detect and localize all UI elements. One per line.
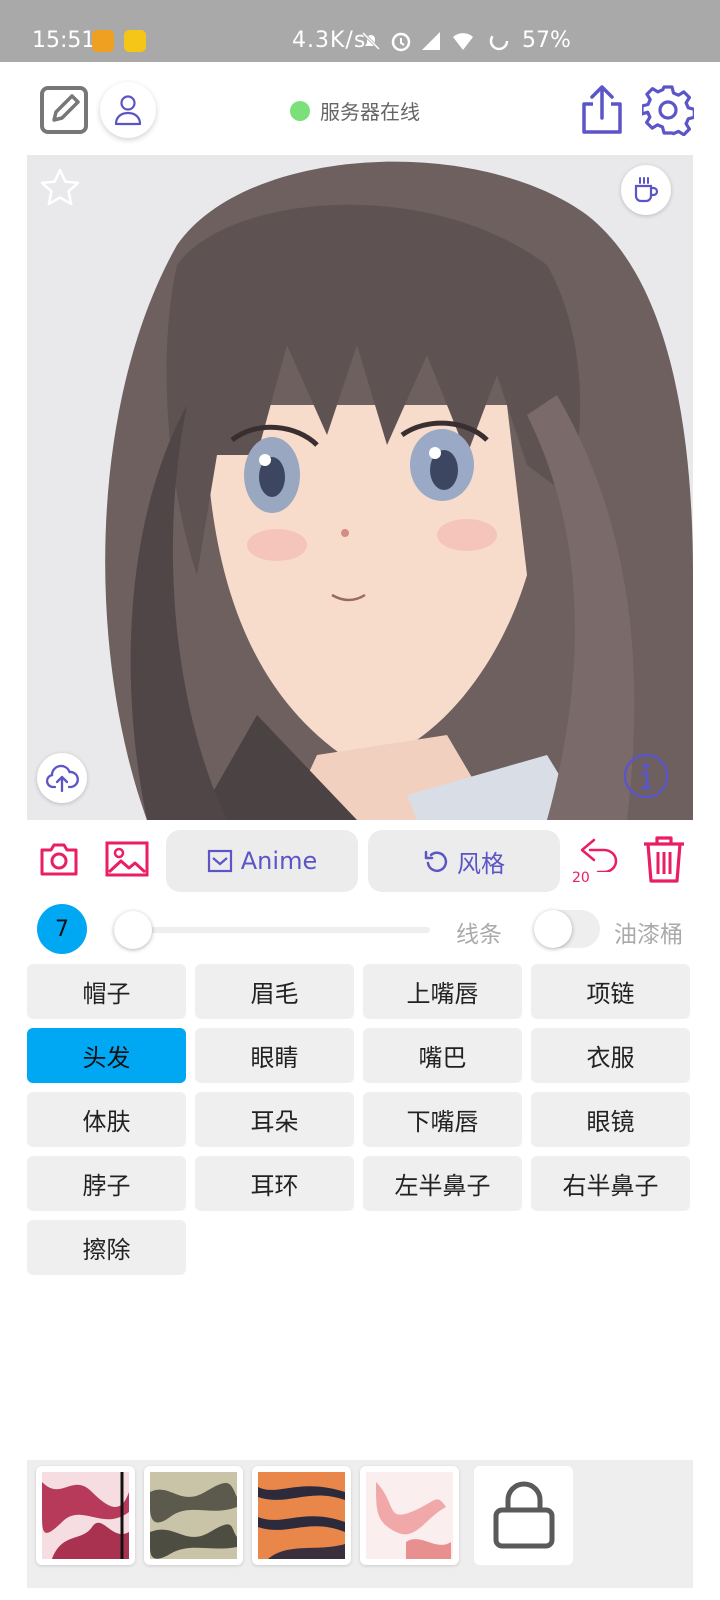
part-button[interactable]: 体肤 — [27, 1092, 186, 1147]
info-button[interactable] — [621, 751, 671, 801]
server-status-label: 服务器在线 — [320, 100, 420, 124]
part-button[interactable]: 项链 — [531, 964, 690, 1019]
part-button[interactable]: 耳朵 — [195, 1092, 354, 1147]
brush-row: 7 线条 油漆桶 — [0, 902, 720, 958]
share-button[interactable] — [574, 82, 630, 138]
texture-camo-image — [150, 1472, 237, 1559]
store-button[interactable] — [474, 1466, 573, 1565]
part-button[interactable]: 上嘴唇 — [363, 964, 522, 1019]
coffee-cup-icon — [634, 177, 659, 203]
texture-pink-image — [42, 1472, 129, 1559]
paint-bucket-toggle[interactable] — [534, 910, 600, 948]
status-time: 15:51 — [32, 28, 96, 53]
part-button[interactable]: 嘴巴 — [363, 1028, 522, 1083]
camera-icon — [40, 843, 78, 876]
server-status: 服务器在线 — [290, 96, 420, 125]
favorite-button[interactable] — [37, 165, 83, 211]
upload-button[interactable] — [37, 753, 87, 803]
line-label: 线条 — [456, 922, 502, 948]
cloud-upload-icon — [45, 764, 79, 793]
texture-swatch[interactable] — [252, 1466, 351, 1565]
weibo-app-icon — [92, 30, 114, 52]
part-button[interactable]: 下嘴唇 — [363, 1092, 522, 1147]
signal-icon — [422, 32, 440, 50]
texture-tiger-image — [258, 1472, 345, 1559]
toggle-knob — [534, 910, 572, 948]
part-button[interactable]: 耳环 — [195, 1156, 354, 1211]
trash-icon — [644, 836, 684, 883]
undo-count: 20 — [572, 870, 590, 886]
mute-bell-icon — [361, 31, 381, 51]
shopping-bag-icon — [493, 1481, 554, 1548]
part-button[interactable]: 脖子 — [27, 1156, 186, 1211]
brush-size-badge: 7 — [37, 904, 87, 954]
brush-size-slider[interactable] — [116, 927, 430, 933]
anime-portrait-image — [27, 155, 693, 820]
part-button[interactable]: 眼睛 — [195, 1028, 354, 1083]
anime-button[interactable]: Anime — [166, 830, 358, 892]
style-button[interactable]: 风格 — [368, 830, 560, 892]
settings-button[interactable] — [640, 82, 696, 138]
texture-swatch[interactable] — [36, 1466, 135, 1565]
share-icon — [582, 85, 622, 134]
battery-ring-icon — [489, 31, 509, 51]
user-button[interactable] — [100, 82, 156, 138]
part-button[interactable]: 衣服 — [531, 1028, 690, 1083]
part-button[interactable]: 左半鼻子 — [363, 1156, 522, 1211]
drawing-canvas[interactable] — [27, 155, 693, 820]
gallery-button[interactable] — [104, 836, 150, 882]
status-bar: 15:51 4.3K/s 57% — [0, 0, 720, 62]
info-icon — [623, 753, 669, 799]
edit-square-icon — [40, 86, 88, 134]
delete-button[interactable] — [640, 832, 688, 886]
battery-level: 57% — [522, 28, 571, 53]
camera-button[interactable] — [36, 836, 82, 882]
undo-icon — [580, 838, 618, 872]
meituan-app-icon — [124, 30, 146, 52]
network-speed: 4.3K/s — [292, 28, 367, 53]
top-toolbar: 服务器在线 — [0, 62, 720, 154]
status-dot — [290, 100, 310, 121]
user-icon — [114, 95, 142, 126]
part-selector-grid: 帽子 眉毛 上嘴唇 项链头发 眼睛 嘴巴 衣服体肤 耳朵 下嘴唇 眼镜脖子 耳环 左半鼻子 右半鼻子擦除 — [27, 964, 693, 1275]
mail-icon — [207, 849, 232, 873]
anime-label: Anime — [240, 847, 318, 875]
texture-swatch[interactable] — [144, 1466, 243, 1565]
wifi-icon — [453, 33, 473, 50]
edit-button[interactable] — [36, 82, 92, 138]
rotate-icon — [424, 850, 448, 872]
style-label: 风格 — [457, 849, 505, 878]
part-button[interactable]: 擦除 — [27, 1220, 186, 1275]
paint-bucket-label: 油漆桶 — [614, 922, 683, 948]
coffee-button[interactable] — [621, 165, 671, 215]
texture-swatch[interactable] — [360, 1466, 459, 1565]
slider-thumb[interactable] — [114, 911, 152, 949]
part-button[interactable]: 眼镜 — [531, 1092, 690, 1147]
part-button[interactable]: 右半鼻子 — [531, 1156, 690, 1211]
part-button[interactable]: 帽子 — [27, 964, 186, 1019]
action-row: Anime 风格 20 — [0, 828, 720, 894]
part-button[interactable]: 眉毛 — [195, 964, 354, 1019]
alarm-icon — [391, 32, 411, 52]
star-icon — [40, 168, 80, 206]
undo-button[interactable]: 20 — [572, 832, 622, 886]
image-icon — [105, 841, 149, 877]
gear-icon — [642, 85, 694, 136]
texture-light-pink-image — [366, 1472, 453, 1559]
texture-palette — [27, 1460, 693, 1588]
part-button[interactable]: 头发 — [27, 1028, 186, 1083]
